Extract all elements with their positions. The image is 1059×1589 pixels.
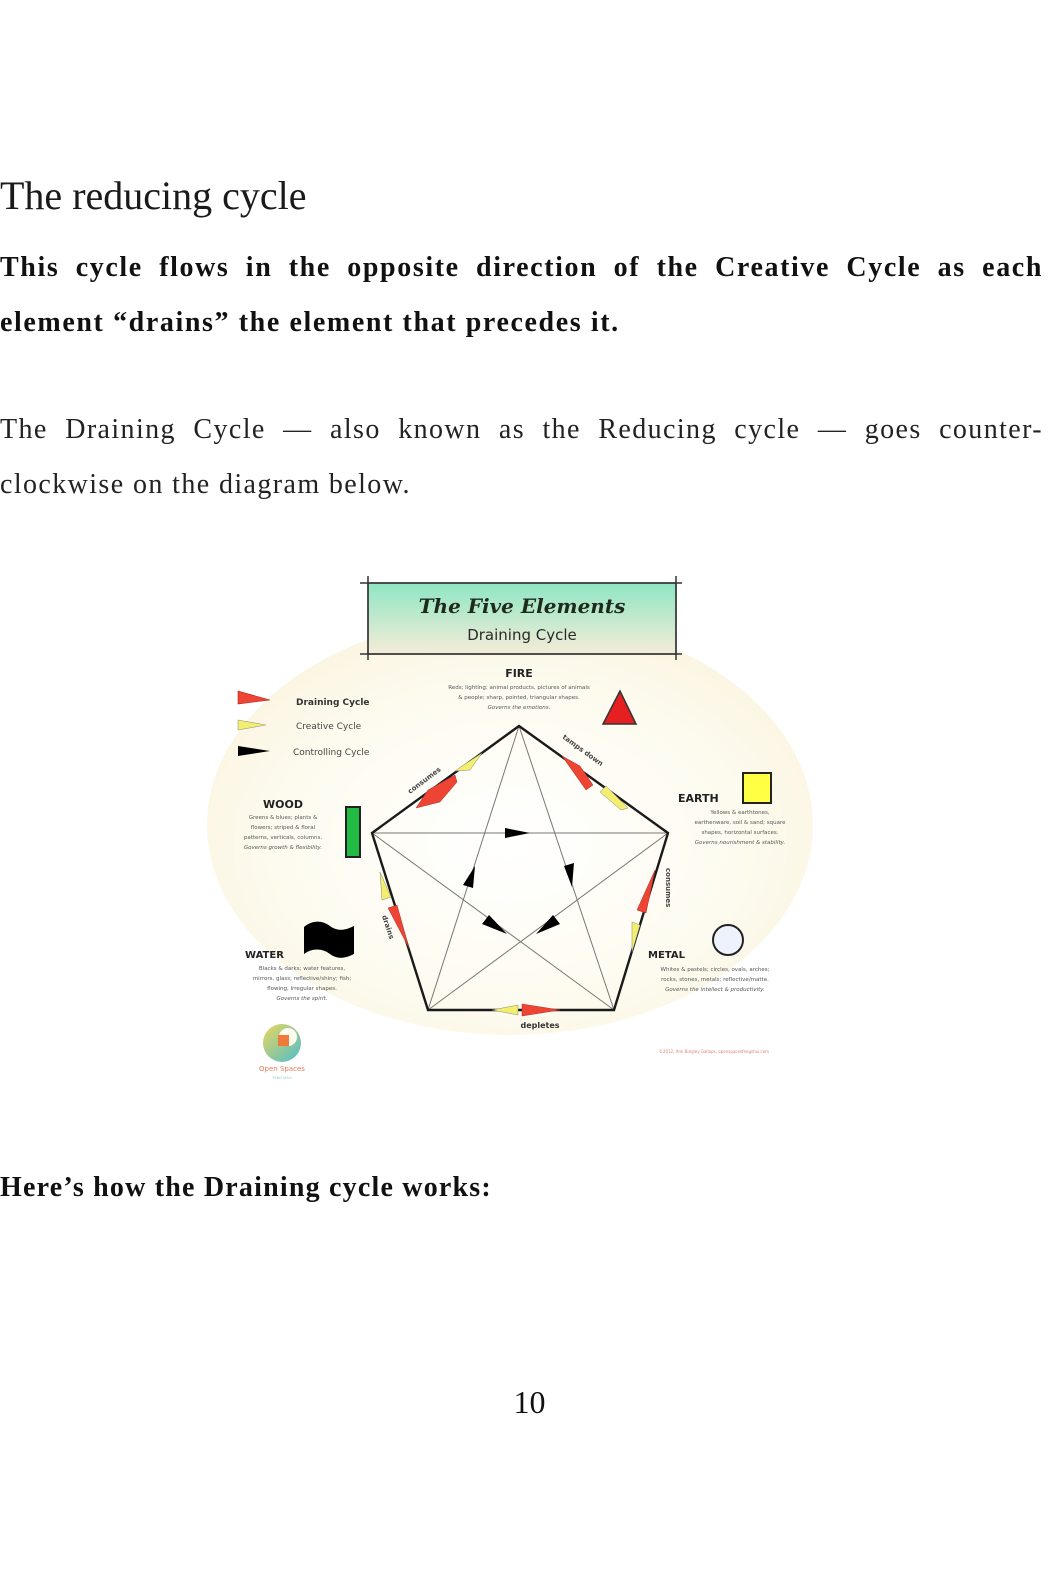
svg-text:WOOD: WOOD — [263, 798, 303, 811]
diagram-title: The Five Elements — [419, 594, 626, 618]
wood-rectangle-icon — [345, 806, 361, 858]
section-heading: The reducing cycle — [0, 173, 307, 218]
svg-text:shapes, horizontal surfaces.: shapes, horizontal surfaces. — [701, 830, 778, 836]
svg-text:Blacks & darks; water features: Blacks & darks; water features, — [259, 966, 345, 972]
svg-text:rocks, stones, metals; reflect: rocks, stones, metals; reflective/matte. — [661, 977, 769, 983]
svg-text:Governs growth & flexibility.: Governs growth & flexibility. — [244, 845, 322, 851]
five-elements-diagram: The Five Elements Draining Cycle Drainin… — [207, 576, 813, 1080]
svg-text:METAL: METAL — [648, 950, 686, 961]
metal-circle-icon — [712, 924, 744, 956]
svg-text:earthenware, soil & sand; squa: earthenware, soil & sand; square — [694, 820, 786, 826]
svg-text:Governs nourishment & stabilit: Governs nourishment & stability. — [695, 840, 786, 846]
svg-text:Whites & pastels; circles, ova: Whites & pastels; circles, ovals, arches… — [661, 967, 770, 973]
svg-text:& people; sharp, pointed, tria: & people; sharp, pointed, triangular sha… — [458, 695, 580, 701]
svg-text:Governs the spirit.: Governs the spirit. — [277, 996, 328, 1002]
diagram-subtitle: Draining Cycle — [467, 626, 577, 644]
svg-text:Creative Cycle: Creative Cycle — [296, 722, 362, 732]
svg-text:FIRE: FIRE — [505, 667, 533, 680]
open-spaces-logo: Open Spaces FENG SHUI — [259, 1024, 305, 1080]
svg-text:patterns, verticals, columns.: patterns, verticals, columns. — [244, 835, 323, 841]
svg-text:flowers; striped & floral: flowers; striped & floral — [251, 825, 316, 831]
svg-text:EARTH: EARTH — [678, 792, 719, 805]
svg-text:Reds; lighting; animal product: Reds; lighting; animal products, picture… — [448, 685, 590, 691]
intro-body-paragraph: The Draining Cycle — also known as the R… — [0, 414, 1043, 500]
draining-cycle-heading: Here’s how the Draining cycle works: — [0, 1172, 492, 1203]
intro-bold-paragraph: This cycle flows in the opposite directi… — [0, 252, 1043, 338]
svg-text:Greens & blues; plants &: Greens & blues; plants & — [249, 815, 318, 821]
svg-text:Controlling Cycle: Controlling Cycle — [293, 748, 370, 758]
diagram-title-box: The Five Elements Draining Cycle — [360, 576, 682, 660]
svg-text:Yellows & earthtones,: Yellows & earthtones, — [709, 810, 769, 816]
svg-text:mirrors, glass; reflective/shi: mirrors, glass; reflective/shiny; fish; — [253, 976, 352, 982]
svg-text:Governs the emotions.: Governs the emotions. — [488, 705, 551, 711]
logo-text: Open Spaces — [259, 1065, 305, 1073]
edge-label-consumes-2: consumes — [664, 868, 672, 907]
copyright-credit: ©2012, Ann Bingley Gallops, openspacesfe… — [659, 1049, 769, 1054]
logo-subtext: FENG SHUI — [272, 1076, 291, 1080]
svg-text:flowing, irregular shapes.: flowing, irregular shapes. — [267, 986, 337, 992]
page-number: 10 — [513, 1384, 546, 1420]
svg-text:WATER: WATER — [245, 950, 284, 961]
svg-text:Draining Cycle: Draining Cycle — [296, 698, 370, 708]
svg-text:Governs the intellect & produc: Governs the intellect & productivity. — [665, 987, 765, 993]
edge-label-depletes: depletes — [520, 1021, 559, 1030]
earth-square-icon — [742, 772, 772, 804]
